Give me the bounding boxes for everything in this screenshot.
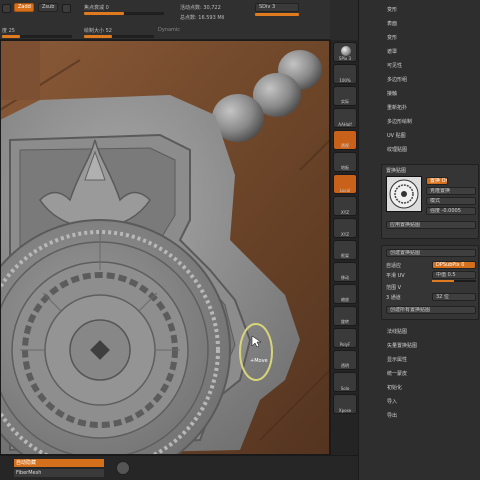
focal-shift-label: 焦点衰减 0 bbox=[84, 5, 109, 11]
draw-size-slider[interactable] bbox=[84, 35, 154, 38]
shelf-tool-label: 实际 bbox=[341, 99, 349, 104]
clone-displacement-button[interactable]: 克隆置换 bbox=[426, 187, 476, 195]
shelf-move-button[interactable]: 移动 bbox=[333, 262, 357, 282]
tool-menu-item[interactable]: 可见性 bbox=[387, 62, 402, 69]
tool-menu-item[interactable]: 法线贴图 bbox=[387, 328, 407, 335]
bits-button[interactable]: 32 位 bbox=[432, 293, 476, 301]
displacement-on-button[interactable]: 置换 On bbox=[426, 177, 448, 185]
shelf-tool-label: 透明 bbox=[341, 363, 349, 368]
adaptive-label[interactable]: 自适应 bbox=[386, 262, 401, 269]
sphere-icon bbox=[341, 46, 351, 56]
canvas-viewport[interactable]: +Move bbox=[0, 40, 330, 455]
tool-palette: 变形 表面 变形 遮罩 可见性 多边形组 接触 重新拓扑 多边形绘制 UV 贴图 纹理贴图 置换贴图… bbox=[358, 0, 480, 480]
tool-menu-item[interactable]: 变形 bbox=[387, 6, 397, 13]
shelf-xpose-button[interactable]: Xpose bbox=[333, 394, 357, 414]
mid-value-slider[interactable]: 中值 0.5 bbox=[432, 271, 476, 279]
zbrush-logo-icon bbox=[116, 461, 130, 475]
focal-shift-slider[interactable] bbox=[84, 12, 164, 15]
tool-menu-item[interactable]: 显示属性 bbox=[387, 356, 407, 363]
shelf-aahalf-button[interactable]: AAHalf bbox=[333, 108, 357, 128]
draw-size-label: 绘制大小 52 bbox=[84, 28, 112, 34]
zadd-button[interactable]: Zadd bbox=[14, 3, 34, 12]
create-all-displacement-button[interactable]: 创建所有置换贴图 bbox=[386, 306, 476, 314]
rgb-intensity-slider[interactable] bbox=[2, 35, 72, 38]
channels-label[interactable]: 3 通道 bbox=[386, 294, 401, 301]
shelf-rotate-button[interactable]: XYZ bbox=[333, 218, 357, 238]
zsub-button[interactable]: Zsub bbox=[38, 3, 58, 12]
shelf-actual-button[interactable]: 实际 bbox=[333, 86, 357, 106]
shelf-tool-label: Solo bbox=[340, 386, 350, 391]
sdiv-bar[interactable] bbox=[255, 13, 299, 16]
smooth-uv-label[interactable]: 平滑 UV bbox=[386, 272, 405, 279]
shelf-zoom-button[interactable]: 100% bbox=[333, 64, 357, 84]
tool-menu-item[interactable]: 初始化 bbox=[387, 384, 402, 391]
bottom-bar: 自动隐藏 FiberMesh bbox=[0, 455, 358, 480]
cursor-label: +Move bbox=[250, 358, 268, 364]
create-displacement-button[interactable]: 创建置换贴图 bbox=[386, 249, 476, 257]
displacement-preview[interactable] bbox=[386, 176, 422, 212]
shelf-transp-button[interactable]: 透明 bbox=[333, 350, 357, 370]
shelf-tool-label: 框架 bbox=[341, 253, 349, 258]
create-displacement-section: 创建置换贴图 自适应 DPSubPix 0 平滑 UV 中值 0.5 范围 V … bbox=[381, 245, 479, 320]
tool-menu-item[interactable]: 多边形绘制 bbox=[387, 118, 412, 125]
sculpt-model[interactable]: +Move bbox=[0, 40, 330, 455]
mid-value-bar[interactable] bbox=[432, 280, 476, 282]
range-label[interactable]: 范围 V bbox=[386, 284, 401, 291]
total-points-label: 总点数: 16.593 Mil bbox=[180, 15, 225, 21]
tool-menu-item[interactable]: 统一蒙皮 bbox=[387, 370, 407, 377]
shelf-tool-label: 缩放 bbox=[341, 297, 349, 302]
shelf-tool-label: XYZ bbox=[341, 232, 349, 237]
shelf-tool-label: 透视 bbox=[341, 143, 349, 148]
auto-hide-button[interactable]: 自动隐藏 bbox=[14, 459, 104, 467]
dpsubpix-slider[interactable]: DPSubPix 0 bbox=[432, 261, 476, 269]
tool-menu-item[interactable]: UV 贴图 bbox=[387, 132, 406, 139]
shelf-sphere-button[interactable]: SPix 3 bbox=[333, 42, 357, 62]
right-shelf: SPix 3 100% 实际 AAHalf 透视地板 Local XYZ XYZ 框架移动缩放旋… bbox=[330, 40, 358, 455]
tool-menu-item[interactable]: 纹理贴图 bbox=[387, 146, 407, 153]
shelf-solo-button[interactable]: Solo bbox=[333, 372, 357, 392]
apply-displacement-button[interactable]: 应用置换贴图 bbox=[386, 221, 476, 229]
shelf-tool-label: 旋转 bbox=[341, 319, 349, 324]
shelf-tool-label: XYZ bbox=[341, 210, 349, 215]
fibermesh-button[interactable]: FiberMesh bbox=[14, 469, 104, 477]
tool-menu-item[interactable]: 表面 bbox=[387, 20, 397, 27]
shelf-local-button[interactable]: Local bbox=[333, 174, 357, 194]
tool-menu-item[interactable]: 导出 bbox=[387, 412, 397, 419]
shelf-frame-button[interactable]: 框架 bbox=[333, 240, 357, 260]
tool-menu-item[interactable]: 变形 bbox=[387, 34, 397, 41]
shelf-rot3d-button[interactable]: 旋转 bbox=[333, 306, 357, 326]
shelf-tool-label: SPix 3 bbox=[338, 56, 352, 61]
shelf-scale-button[interactable]: 缩放 bbox=[333, 284, 357, 304]
intensity-slider[interactable]: 强度 -0.0005 bbox=[426, 207, 476, 215]
active-points-label: 活动点数: 30,722 bbox=[180, 5, 221, 11]
tool-menu-item[interactable]: 多边形组 bbox=[387, 76, 407, 83]
shelf-tool-label: AAHalf bbox=[338, 122, 352, 127]
zcut-icon[interactable] bbox=[62, 4, 71, 13]
shelf-xyz-button[interactable]: XYZ bbox=[333, 196, 357, 216]
sdiv-slider[interactable]: SDiv 3 bbox=[255, 3, 299, 12]
shelf-tool-label: 移动 bbox=[341, 275, 349, 280]
shelf-tool-label: PolyF bbox=[339, 342, 351, 347]
shelf-persp-button[interactable]: 透视 bbox=[333, 130, 357, 150]
tool-menu-item[interactable]: 矢量置换贴图 bbox=[387, 342, 417, 349]
top-toolbar: Zadd Zsub 焦点衰减 0 活动点数: 30,722 总点数: 16.59… bbox=[0, 0, 330, 40]
shelf-floor-button[interactable]: 地板 bbox=[333, 152, 357, 172]
shelf-polyf-button[interactable]: PolyF bbox=[333, 328, 357, 348]
tool-menu-item[interactable]: 遮罩 bbox=[387, 48, 397, 55]
rgb-intensity-label: 度 25 bbox=[2, 28, 15, 34]
shelf-tool-label: Local bbox=[339, 188, 351, 193]
dynamic-label[interactable]: Dynamic bbox=[158, 27, 180, 33]
tool-menu-item[interactable]: 导入 bbox=[387, 398, 397, 405]
mrgb-icon[interactable] bbox=[2, 4, 11, 13]
section-title[interactable]: 置换贴图 bbox=[386, 167, 406, 174]
tool-menu-item[interactable]: 接触 bbox=[387, 90, 397, 97]
shelf-tool-label: 100% bbox=[339, 78, 351, 83]
shelf-tool-label: Xpose bbox=[338, 408, 352, 413]
tool-menu-item[interactable]: 重新拓扑 bbox=[387, 104, 407, 111]
displacement-map-section: 置换贴图 置换 On 克隆置换 模式 强度 -0.0005 应用置换贴图 bbox=[381, 164, 479, 239]
mode-button[interactable]: 模式 bbox=[426, 197, 476, 205]
shelf-tool-label: 地板 bbox=[341, 165, 349, 170]
